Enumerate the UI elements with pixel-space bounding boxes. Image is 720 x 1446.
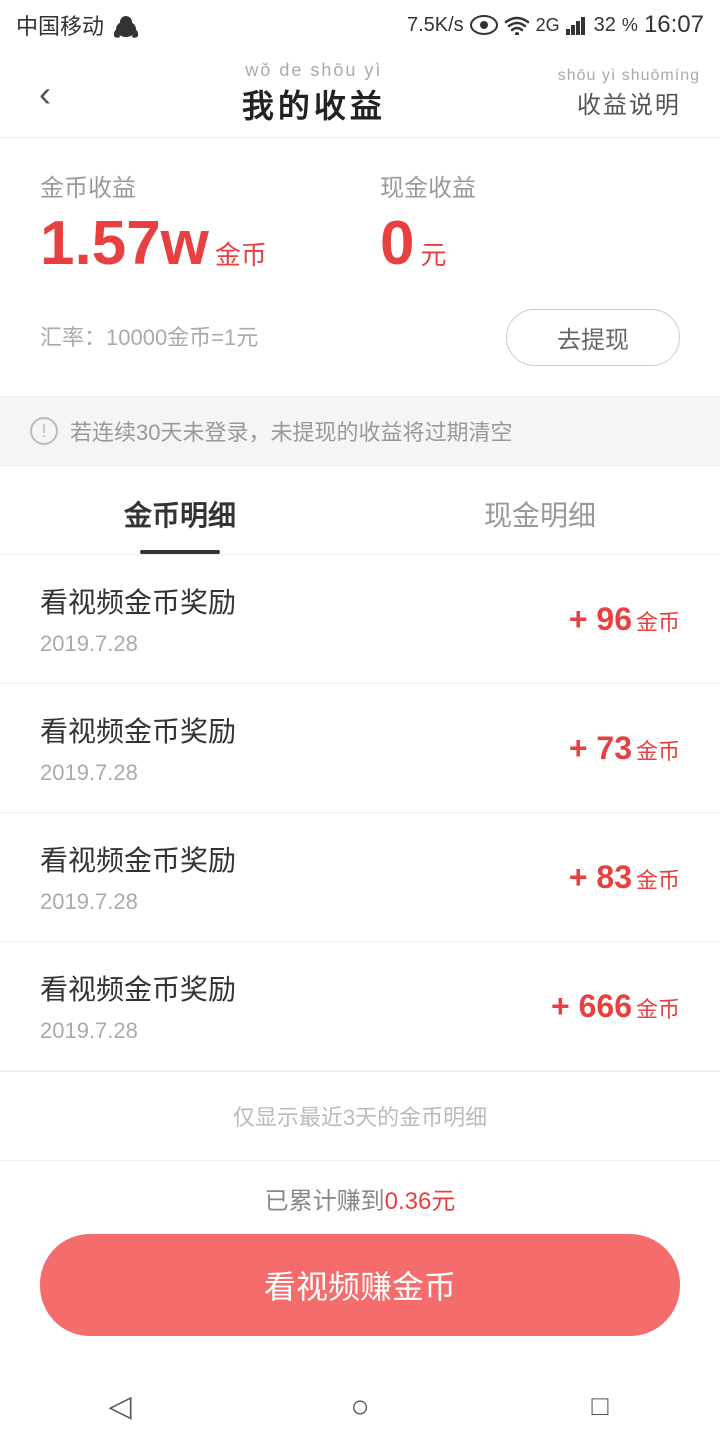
eye-icon — [470, 14, 498, 36]
battery-text: 32 — [594, 14, 616, 37]
android-home-icon: ○ — [350, 1388, 369, 1425]
time-display: 16:07 — [644, 11, 704, 39]
transaction-left-1: 看视频金币奖励 2019.7.28 — [40, 710, 236, 786]
transaction-title-3: 看视频金币奖励 — [40, 968, 236, 1008]
transaction-title-1: 看视频金币奖励 — [40, 710, 236, 750]
footer-note: 仅显示最近3天的金币明细 — [0, 1071, 720, 1160]
footer-note-text: 仅显示最近3天的金币明细 — [233, 1105, 487, 1130]
cash-value: 0 — [380, 213, 414, 275]
transaction-item: 看视频金币奖励 2019.7.28 + 666 金币 — [0, 942, 720, 1071]
coin-earnings-col: 金币收益 1.57w 金币 — [40, 168, 340, 275]
nav-bar: ‹ wǒ de shōu yì 我的收益 shōu yì shuōmíng 收益… — [0, 50, 720, 138]
android-recent-icon: □ — [592, 1390, 609, 1422]
transaction-amount-unit-2: 金币 — [636, 863, 680, 895]
transaction-left-3: 看视频金币奖励 2019.7.28 — [40, 968, 236, 1044]
android-back-button[interactable]: ◁ — [95, 1381, 145, 1431]
android-recent-button[interactable]: □ — [575, 1381, 625, 1431]
exchange-rate: 汇率：10000金币=1元 — [40, 320, 258, 352]
transaction-left-0: 看视频金币奖励 2019.7.28 — [40, 581, 236, 657]
transaction-item: 看视频金币奖励 2019.7.28 + 96 金币 — [0, 555, 720, 684]
coin-value: 1.57w — [40, 213, 209, 275]
network-type: 2G — [536, 15, 560, 36]
cash-earnings-col: 现金收益 0 元 — [340, 168, 680, 275]
transaction-amount-1: + 73 金币 — [569, 730, 680, 767]
transaction-amount-0: + 96 金币 — [569, 601, 680, 638]
transaction-item: 看视频金币奖励 2019.7.28 + 73 金币 — [0, 684, 720, 813]
signal-icon — [566, 15, 588, 35]
back-icon: ‹ — [39, 73, 51, 115]
cash-value-row: 0 元 — [380, 213, 680, 275]
transaction-title-0: 看视频金币奖励 — [40, 581, 236, 621]
android-home-button[interactable]: ○ — [335, 1381, 385, 1431]
withdraw-button[interactable]: 去提现 — [506, 309, 680, 366]
right-pinyin: shōu yì shuōmíng — [558, 67, 700, 85]
coin-label: 金币收益 — [40, 168, 340, 203]
back-button[interactable]: ‹ — [20, 69, 70, 119]
transaction-amount-unit-3: 金币 — [636, 992, 680, 1024]
warning-banner: ! 若连续30天未登录，未提现的收益将过期清空 — [0, 396, 720, 466]
battery-percent: % — [622, 15, 638, 36]
right-label: 收益说明 — [577, 85, 681, 120]
exchange-withdraw-row: 汇率：10000金币=1元 去提现 — [0, 275, 720, 396]
page-title: wǒ de shōu yì 我的收益 — [242, 60, 386, 127]
transaction-amount-unit-0: 金币 — [636, 605, 680, 637]
tab-cash-label: 现金明细 — [484, 500, 596, 531]
transaction-left-2: 看视频金币奖励 2019.7.28 — [40, 839, 236, 915]
transaction-amount-num-3: + 666 — [551, 988, 632, 1025]
transaction-amount-unit-1: 金币 — [636, 734, 680, 766]
status-carrier: 中国移动 — [16, 9, 142, 41]
transaction-amount-num-0: + 96 — [569, 601, 632, 638]
earnings-section: 金币收益 1.57w 金币 现金收益 0 元 — [0, 138, 720, 275]
transaction-title-2: 看视频金币奖励 — [40, 839, 236, 879]
transaction-amount-2: + 83 金币 — [569, 859, 680, 896]
network-speed: 7.5K/s — [407, 14, 464, 37]
title-chinese: 我的收益 — [242, 81, 386, 127]
bottom-bar: 已累计赚到0.36元 看视频赚金币 — [0, 1160, 720, 1366]
transaction-item: 看视频金币奖励 2019.7.28 + 83 金币 — [0, 813, 720, 942]
warning-text: 若连续30天未登录，未提现的收益将过期清空 — [70, 415, 512, 447]
earnings-info-button[interactable]: shōu yì shuōmíng 收益说明 — [558, 67, 700, 120]
transaction-amount-num-2: + 83 — [569, 859, 632, 896]
android-back-icon: ◁ — [108, 1389, 131, 1424]
tab-coin-label: 金币明细 — [124, 500, 236, 531]
wifi-icon — [504, 15, 530, 35]
total-earned-row: 已累计赚到0.36元 — [40, 1181, 680, 1216]
coin-unit: 金币 — [215, 235, 267, 272]
tab-cash-detail[interactable]: 现金明细 — [360, 468, 720, 554]
carrier-text: 中国移动 — [16, 9, 104, 41]
transaction-amount-3: + 666 金币 — [551, 988, 680, 1025]
cash-label: 现金收益 — [380, 168, 680, 203]
cash-unit: 元 — [420, 235, 446, 272]
status-bar: 中国移动 7.5K/s 2G 32 % — [0, 0, 720, 50]
total-value: 0.36元 — [385, 1188, 456, 1215]
android-nav-bar: ◁ ○ □ — [0, 1366, 720, 1446]
transaction-date-3: 2019.7.28 — [40, 1018, 236, 1044]
coin-value-row: 1.57w 金币 — [40, 213, 340, 275]
qq-icon — [110, 11, 142, 39]
status-right-icons: 7.5K/s 2G 32 % 16:07 — [407, 11, 704, 39]
watch-video-button[interactable]: 看视频赚金币 — [40, 1234, 680, 1336]
tab-coin-detail[interactable]: 金币明细 — [0, 468, 360, 554]
transaction-date-0: 2019.7.28 — [40, 631, 236, 657]
transaction-amount-num-1: + 73 — [569, 730, 632, 767]
transaction-date-1: 2019.7.28 — [40, 760, 236, 786]
total-prefix: 已累计赚到 — [265, 1188, 385, 1215]
title-pinyin: wǒ de shōu yì — [245, 60, 382, 81]
transaction-list: 看视频金币奖励 2019.7.28 + 96 金币 看视频金币奖励 2019.7… — [0, 555, 720, 1071]
warning-icon: ! — [30, 417, 58, 445]
transaction-date-2: 2019.7.28 — [40, 889, 236, 915]
tab-bar: 金币明细 现金明细 — [0, 468, 720, 555]
